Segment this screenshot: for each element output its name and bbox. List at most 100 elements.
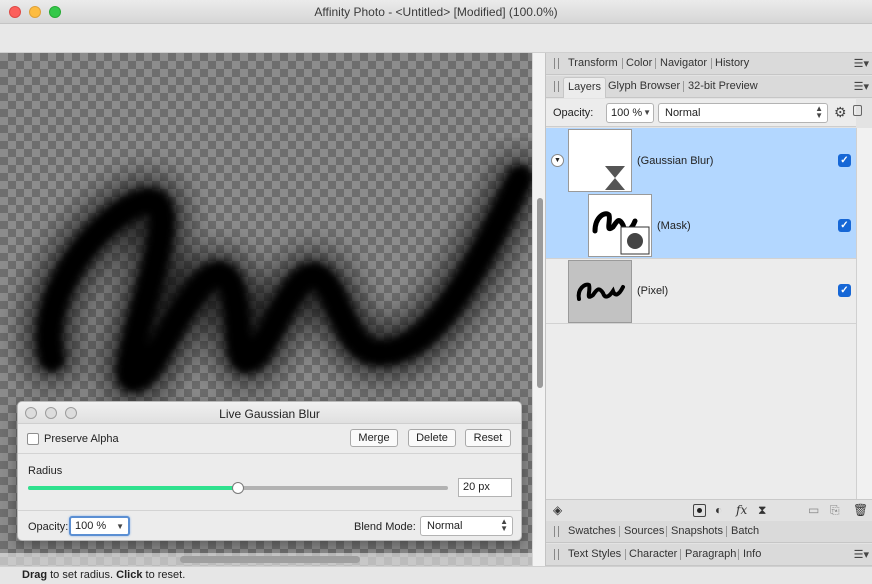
tab-character[interactable]: Character <box>629 548 677 560</box>
status-drag-text: to set radius. <box>47 569 117 581</box>
layers-list: ▼ (Gaussian Blur) ✓ (Mask) ✓ (Pixel) ✓ <box>546 128 856 500</box>
blend-mode-select[interactable]: Normal ▲ ▼ <box>420 516 513 536</box>
status-click-text: to reset. <box>142 569 186 581</box>
layers-opacity-value: 100 % <box>611 107 643 119</box>
panel-menu-icon[interactable]: ☰▾ <box>854 57 869 70</box>
tab-separator <box>680 549 681 560</box>
layers-scrollbar[interactable] <box>856 128 872 500</box>
tab-glyph-browser[interactable]: Glyph Browser <box>608 80 680 92</box>
layer-row[interactable]: (Mask) ✓ <box>546 193 856 258</box>
layer-thumbnail <box>568 260 632 323</box>
tab-navigator[interactable]: Navigator <box>660 57 707 69</box>
layers-opacity-label: Opacity: <box>553 107 594 119</box>
tab-32bit-preview[interactable]: 32-bit Preview <box>688 80 758 92</box>
live-filter-icon[interactable]: ⧗ <box>758 503 766 518</box>
layers-opacity-select[interactable]: 100 % ▼ <box>606 103 654 123</box>
studio-panels: Transform Color Navigator History ☰▾ Lay… <box>545 53 872 566</box>
horizontal-scrollbar[interactable] <box>0 553 532 566</box>
folder-icon[interactable]: ▭ <box>808 503 819 517</box>
tab-info[interactable]: Info <box>743 548 761 560</box>
merge-button[interactable]: Merge <box>350 429 398 447</box>
dialog-opacity-value: 100 % <box>75 520 107 532</box>
radius-input[interactable]: 20 px <box>458 478 512 497</box>
blend-mode-label: Blend Mode: <box>354 521 416 533</box>
layers-blend-value: Normal <box>665 107 701 119</box>
lock-icon[interactable] <box>853 105 862 116</box>
radius-slider-knob[interactable] <box>232 482 244 494</box>
window-title: Affinity Photo - <Untitled> [Modified] (… <box>314 5 558 19</box>
dialog-opacity-label: Opacity: <box>28 521 69 533</box>
layer-name: (Pixel) <box>637 285 669 297</box>
mask-icon[interactable] <box>693 504 706 517</box>
dialog-header: Live Gaussian Blur <box>18 402 521 424</box>
panel-grip-icon[interactable] <box>554 58 559 69</box>
live-gaussian-blur-dialog: Live Gaussian Blur Preserve Alpha Merge … <box>17 401 522 541</box>
vertical-scrollbar[interactable] <box>532 53 545 566</box>
trash-icon[interactable]: 🗑 <box>853 503 868 517</box>
context-toolbar <box>0 24 872 53</box>
tab-separator <box>666 526 667 537</box>
layer-visibility-checkbox[interactable]: ✓ <box>838 154 851 167</box>
stepper-arrows-icon: ▲ ▼ <box>815 104 823 120</box>
tab-separator <box>711 58 712 69</box>
panel-grip-icon[interactable] <box>554 81 559 92</box>
layer-stack-icon[interactable]: ◈ <box>553 503 562 517</box>
tab-history[interactable]: History <box>715 57 749 69</box>
pixel-thumbnail-artwork <box>576 282 625 301</box>
panel-grip-icon[interactable] <box>554 526 559 537</box>
dialog-opacity-select[interactable]: 100 % ▼ <box>69 516 130 536</box>
tab-batch[interactable]: Batch <box>731 525 759 537</box>
status-drag-keyword: Drag <box>22 569 48 581</box>
gear-icon[interactable]: ⚙ <box>834 104 847 121</box>
adjustment-icon[interactable]: ◐ <box>715 503 722 517</box>
layer-name: (Gaussian Blur) <box>637 155 714 167</box>
reset-button[interactable]: Reset <box>465 429 511 447</box>
fx-icon[interactable]: fx <box>736 503 747 517</box>
horizontal-scroll-thumb[interactable] <box>180 556 360 563</box>
delete-button[interactable]: Delete <box>408 429 456 447</box>
tab-separator <box>619 526 620 537</box>
tab-separator <box>625 549 626 560</box>
layers-toolbar: Opacity: 100 % ▼ Normal ▲ ▼ ⚙ <box>546 99 862 127</box>
dialog-title: Live Gaussian Blur <box>219 407 320 421</box>
radius-label: Radius <box>28 465 63 477</box>
status-click-keyword: Click <box>116 569 143 581</box>
tab-layers[interactable]: Layers <box>563 77 607 98</box>
panel-tabs-layers: Layers Glyph Browser 32-bit Preview ☰▾ <box>546 76 872 98</box>
dialog-divider <box>18 510 521 511</box>
layer-thumbnail <box>568 129 632 192</box>
vertical-scroll-thumb[interactable] <box>537 198 543 388</box>
layers-blend-select[interactable]: Normal ▲ ▼ <box>658 103 828 123</box>
tab-transform[interactable]: Transform <box>568 57 618 69</box>
layer-name: (Mask) <box>657 220 691 232</box>
tab-paragraph[interactable]: Paragraph <box>685 548 736 560</box>
tab-color[interactable]: Color <box>626 57 652 69</box>
tab-separator <box>622 58 623 69</box>
tab-snapshots[interactable]: Snapshots <box>671 525 723 537</box>
panel-grip-icon[interactable] <box>554 549 559 560</box>
mask-thumbnail-artwork <box>592 211 650 255</box>
tab-separator <box>738 549 739 560</box>
layer-visibility-checkbox[interactable]: ✓ <box>838 284 851 297</box>
panel-tabs-text-styles: Text Styles Character Paragraph Info ☰▾ <box>546 544 872 566</box>
preserve-alpha-label: Preserve Alpha <box>44 433 119 445</box>
layer-row[interactable]: (Pixel) ✓ <box>546 258 856 324</box>
panel-tabs-transform: Transform Color Navigator History ☰▾ <box>546 53 872 75</box>
tab-separator <box>726 526 727 537</box>
dialog-options-row: Preserve Alpha Merge Delete Reset <box>18 424 521 454</box>
tab-text-styles[interactable]: Text Styles <box>568 548 621 560</box>
radius-slider-fill <box>28 486 238 490</box>
preserve-alpha-checkbox[interactable] <box>27 433 39 445</box>
panel-menu-icon[interactable]: ☰▾ <box>854 80 869 93</box>
layer-row[interactable]: ▼ (Gaussian Blur) ✓ <box>546 128 856 193</box>
panel-menu-icon[interactable]: ☰▾ <box>854 548 869 561</box>
add-layer-icon[interactable]: ⎘ <box>830 503 840 518</box>
layers-footer-toolbar: ◈ ◐ fx ⧗ ▭ ⎘ 🗑 <box>546 499 872 521</box>
tab-sources[interactable]: Sources <box>624 525 664 537</box>
disclosure-triangle-icon[interactable]: ▼ <box>551 154 564 167</box>
chevron-down-icon: ▼ <box>116 522 124 531</box>
layer-visibility-checkbox[interactable]: ✓ <box>838 219 851 232</box>
blend-mode-value: Normal <box>427 520 463 532</box>
tab-swatches[interactable]: Swatches <box>568 525 616 537</box>
live-filter-icon <box>605 166 625 190</box>
